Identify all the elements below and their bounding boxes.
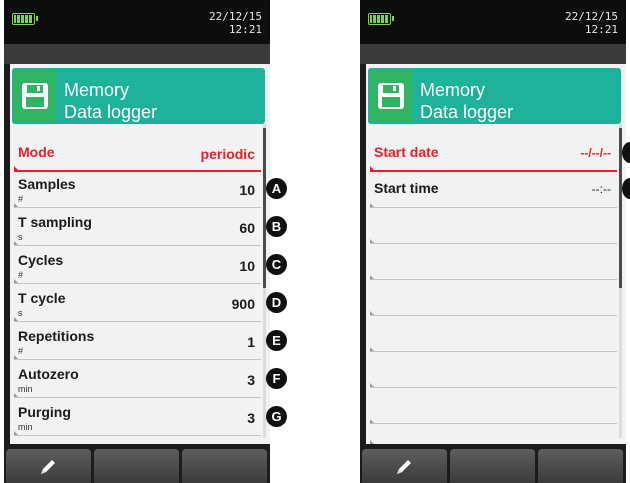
list-item-empty [370, 424, 617, 444]
list-item-start-date[interactable]: Start date --/--/-- [370, 136, 617, 172]
row-label: Purging [18, 404, 71, 420]
list-item-empty [370, 388, 617, 424]
row-value: 3 [247, 410, 255, 426]
header-title: Memory Data logger [420, 79, 513, 123]
pencil-edit-icon [397, 460, 411, 474]
list-item-repetitions[interactable]: Repetitions # 1 [14, 324, 261, 360]
row-unit: min [18, 384, 33, 394]
list-item-empty [370, 244, 617, 280]
list-item-empty [370, 208, 617, 244]
row-value: --/--/-- [580, 146, 611, 160]
softkey-edit[interactable] [6, 449, 91, 483]
softkey-2[interactable] [450, 449, 535, 483]
battery-icon [368, 13, 394, 25]
list-item-cycles[interactable]: Cycles # 10 [14, 248, 261, 284]
row-unit: # [18, 270, 24, 280]
row-value: 60 [239, 220, 255, 236]
softkey-3[interactable] [538, 449, 623, 483]
row-label: T sampling [18, 214, 92, 230]
list-item-t-cycle[interactable]: T cycle s 900 [14, 286, 261, 322]
floppy-disk-icon [370, 70, 412, 122]
row-unit: s [18, 308, 23, 318]
pencil-edit-icon [41, 460, 55, 474]
callout-badge-d: D [266, 292, 287, 313]
row-unit: s [18, 232, 23, 242]
row-label: Samples [18, 176, 76, 192]
callout-badge-c: C [266, 254, 287, 275]
list-item-mode[interactable]: Mode periodic [14, 136, 261, 172]
status-date: 22/12/15 [209, 10, 262, 23]
row-unit: min [18, 422, 33, 432]
list-item-t-sampling[interactable]: T sampling s 60 [14, 210, 261, 246]
row-label: T cycle [18, 290, 66, 306]
title-gap [360, 44, 626, 64]
header-title-line1: Memory [64, 80, 130, 100]
softkey-bar [360, 444, 626, 483]
row-value: --:-- [591, 182, 611, 196]
clock: 22/12/15 12:21 [565, 10, 618, 36]
callout-badge-e: E [266, 330, 287, 351]
row-label: Start date [374, 144, 439, 160]
callout-badge-b: B [266, 216, 287, 237]
header-title: Memory Data logger [64, 79, 157, 123]
list-item-start-time[interactable]: Start time --:-- [370, 172, 617, 208]
softkey-3[interactable] [182, 449, 267, 483]
status-bar: 22/12/15 12:21 [360, 0, 626, 44]
list-item-samples[interactable]: Samples # 10 [14, 172, 261, 208]
list-item-purging[interactable]: Purging min 3 [14, 400, 261, 436]
list-item-empty [370, 280, 617, 316]
list-item-empty [370, 316, 617, 352]
list-item-autozero[interactable]: Autozero min 3 [14, 362, 261, 398]
header-title-line2: Data logger [420, 102, 514, 122]
row-label: Mode [18, 144, 55, 160]
callout-badge-a: A [266, 178, 287, 199]
status-time: 12:21 [584, 23, 618, 36]
device-left: 22/12/15 12:21 Memory Data logger Mode p… [4, 0, 270, 483]
row-label: Repetitions [18, 328, 95, 344]
softkey-edit[interactable] [362, 449, 447, 483]
status-date: 22/12/15 [565, 10, 618, 23]
list-item-empty [370, 352, 617, 388]
row-value: 900 [231, 296, 255, 312]
header-title-line2: Data logger [64, 102, 158, 122]
header-card: Memory Data logger [368, 68, 621, 124]
softkey-bar [4, 444, 270, 483]
row-value: 10 [239, 182, 255, 198]
row-value: 3 [247, 372, 255, 388]
callout-badge-f: F [266, 368, 287, 389]
battery-icon [12, 13, 38, 25]
clock: 22/12/15 12:21 [209, 10, 262, 36]
row-label: Start time [374, 180, 439, 196]
header-card: Memory Data logger [12, 68, 265, 124]
status-time: 12:21 [228, 23, 262, 36]
row-unit: # [18, 194, 24, 204]
row-unit: # [18, 346, 24, 356]
callout-badge-g: G [266, 406, 287, 427]
header-title-line1: Memory [420, 80, 486, 100]
device-right: 22/12/15 12:21 Memory Data logger Start … [360, 0, 626, 483]
floppy-disk-icon [14, 70, 56, 122]
softkey-2[interactable] [94, 449, 179, 483]
row-value: 10 [239, 258, 255, 274]
row-value: 1 [247, 334, 255, 350]
status-bar: 22/12/15 12:21 [4, 0, 270, 44]
title-gap [4, 44, 270, 64]
row-value: periodic [200, 146, 255, 162]
row-label: Cycles [18, 252, 64, 268]
row-label: Autozero [18, 366, 79, 382]
